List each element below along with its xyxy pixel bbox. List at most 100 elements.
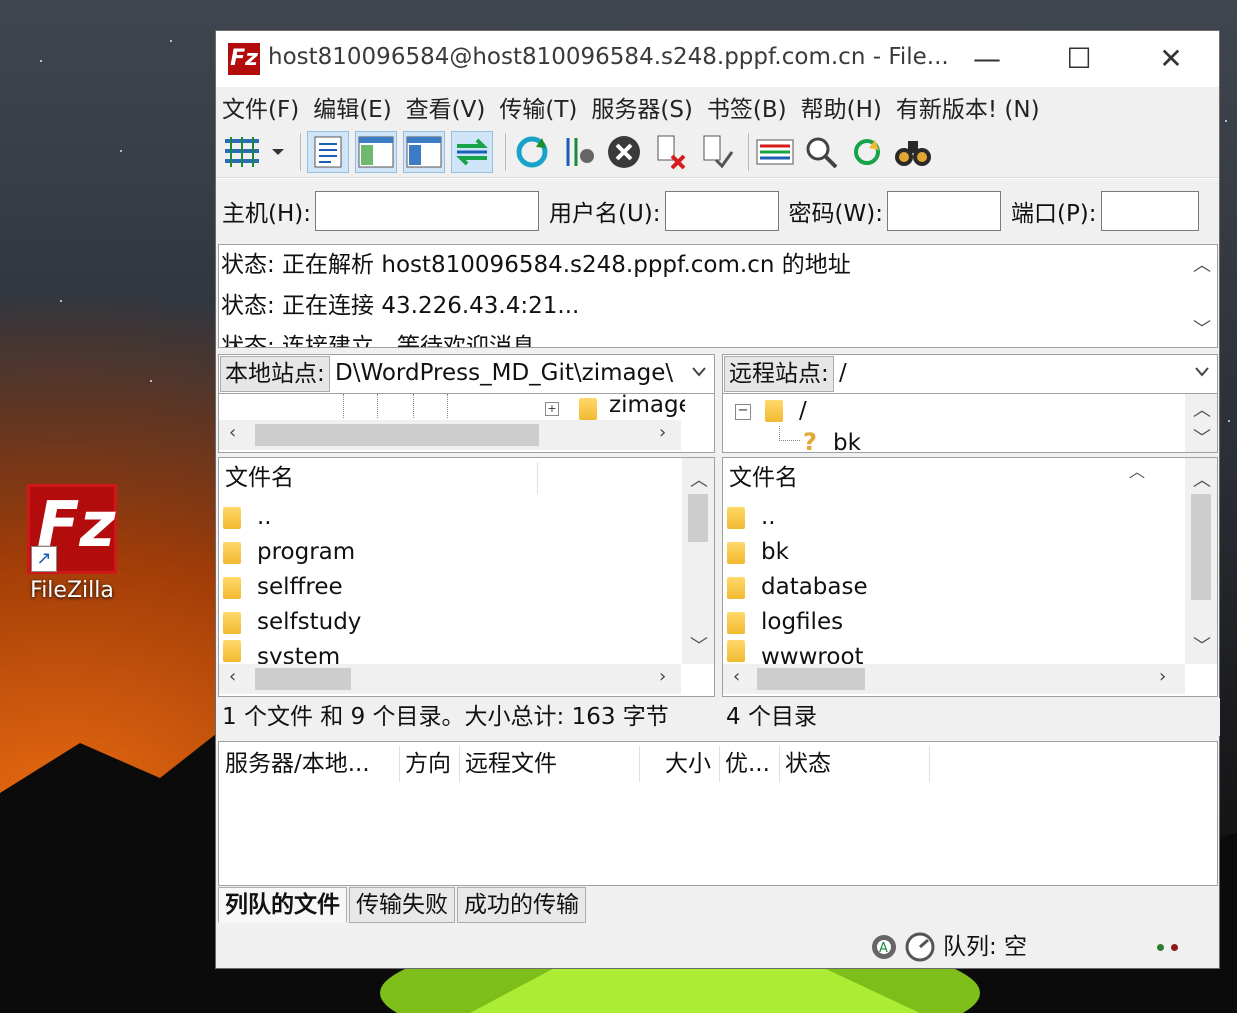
- list-item[interactable]: ..: [727, 500, 776, 535]
- remote-list-vscrollbar[interactable]: ︿ ﹀: [1185, 458, 1217, 664]
- local-column-filename[interactable]: 文件名: [219, 458, 294, 498]
- toggle-local-tree-icon[interactable]: [355, 131, 397, 173]
- remote-column-filename[interactable]: 文件名: [723, 458, 798, 498]
- scroll-thumb[interactable]: [757, 668, 865, 690]
- list-item[interactable]: program: [223, 535, 355, 570]
- local-directory-tree[interactable]: + zimage ‹ ›: [218, 393, 715, 453]
- tree-item-zimage[interactable]: zimage: [609, 394, 685, 420]
- tree-item-root[interactable]: /: [799, 394, 807, 428]
- list-item[interactable]: system: [223, 640, 340, 664]
- scroll-up-icon[interactable]: ︿: [1193, 396, 1211, 422]
- gear-icon[interactable]: A: [868, 931, 900, 963]
- toggle-message-log-icon[interactable]: [307, 131, 349, 173]
- list-item[interactable]: selfstudy: [223, 605, 361, 640]
- scroll-thumb[interactable]: [255, 424, 539, 446]
- chevron-down-icon[interactable]: [692, 367, 706, 377]
- scroll-right-icon[interactable]: ›: [1159, 666, 1166, 687]
- minimize-button[interactable]: —: [941, 31, 1033, 87]
- scroll-thumb[interactable]: [1191, 494, 1211, 600]
- folder-icon: [223, 640, 241, 662]
- speed-limit-icon[interactable]: [904, 931, 936, 963]
- queue-column-size[interactable]: 大小: [665, 742, 711, 786]
- scroll-down-icon[interactable]: ﹀: [690, 632, 708, 658]
- list-item[interactable]: ..: [223, 500, 272, 535]
- chevron-down-icon[interactable]: [268, 132, 288, 172]
- scroll-up-icon[interactable]: ︿: [1193, 466, 1211, 492]
- host-input[interactable]: [315, 191, 539, 231]
- transfer-queue[interactable]: 服务器/本地... 方向 远程文件 大小 优... 状态: [218, 741, 1218, 886]
- username-input[interactable]: [664, 191, 779, 231]
- port-input[interactable]: [1100, 191, 1199, 231]
- collapse-icon[interactable]: −: [735, 404, 751, 420]
- scroll-right-icon[interactable]: ›: [659, 666, 666, 687]
- list-item[interactable]: selffree: [223, 570, 343, 605]
- expand-icon[interactable]: +: [545, 402, 559, 416]
- menu-bar: 文件(F) 编辑(E) 查看(V) 传输(T) 服务器(S) 书签(B) 帮助(…: [216, 87, 1219, 127]
- tab-successful-transfers[interactable]: 成功的传输: [457, 887, 586, 923]
- local-file-list[interactable]: 文件名 .. program selffree selfstudy system…: [218, 457, 715, 697]
- menu-view[interactable]: 查看(V): [406, 90, 486, 124]
- scroll-left-icon[interactable]: ‹: [733, 666, 740, 687]
- menu-edit[interactable]: 编辑(E): [313, 90, 391, 124]
- password-input[interactable]: [886, 191, 1001, 231]
- tab-queued-files[interactable]: 列队的文件: [218, 887, 347, 923]
- scroll-down-icon[interactable]: ﹀: [1193, 424, 1211, 450]
- menu-new-version[interactable]: 有新版本! (N): [896, 90, 1040, 124]
- process-queue-icon[interactable]: [558, 132, 598, 172]
- remote-directory-tree[interactable]: − / ? bk ︿ ﹀: [722, 393, 1218, 453]
- remote-file-list[interactable]: 文件名 ︿ .. bk database logfiles wwwroot ︿ …: [722, 457, 1218, 697]
- local-list-hscrollbar[interactable]: ‹ ›: [219, 664, 681, 694]
- menu-transfer[interactable]: 传输(T): [499, 90, 577, 124]
- log-scrollbar[interactable]: ︿ ﹀: [1185, 245, 1217, 347]
- binoculars-icon[interactable]: [893, 132, 933, 172]
- scroll-thumb[interactable]: [688, 494, 708, 542]
- title-bar[interactable]: Fz host810096584@host810096584.s248.pppf…: [216, 31, 1219, 87]
- scroll-right-icon[interactable]: ›: [659, 422, 666, 443]
- tab-failed-transfers[interactable]: 传输失败: [349, 887, 455, 923]
- username-label: 用户名(U):: [549, 201, 661, 227]
- scroll-up-icon[interactable]: ︿: [690, 466, 708, 492]
- remote-path-input[interactable]: /: [839, 355, 1169, 391]
- menu-file[interactable]: 文件(F): [222, 90, 299, 124]
- queue-column-remote-file[interactable]: 远程文件: [465, 742, 557, 786]
- list-item[interactable]: logfiles: [727, 605, 843, 640]
- local-list-vscrollbar[interactable]: ︿ ﹀: [682, 458, 714, 664]
- remote-list-hscrollbar[interactable]: ‹ ›: [723, 664, 1185, 694]
- queue-column-status[interactable]: 状态: [785, 742, 831, 786]
- toggle-transfer-queue-icon[interactable]: [451, 131, 493, 173]
- list-item[interactable]: wwwroot: [727, 640, 864, 664]
- scroll-left-icon[interactable]: ‹: [229, 666, 236, 687]
- file-name: logfiles: [761, 609, 844, 635]
- toggle-remote-tree-icon[interactable]: [403, 131, 445, 173]
- queue-column-priority[interactable]: 优...: [725, 742, 770, 786]
- scroll-up-icon[interactable]: ︿: [1193, 251, 1211, 277]
- reconnect-icon[interactable]: [696, 132, 736, 172]
- search-icon[interactable]: [801, 132, 841, 172]
- refresh-icon[interactable]: [512, 132, 552, 172]
- menu-help[interactable]: 帮助(H): [801, 90, 882, 124]
- scroll-left-icon[interactable]: ‹: [229, 422, 236, 443]
- site-manager-icon[interactable]: [222, 132, 262, 172]
- close-button[interactable]: ✕: [1125, 31, 1217, 87]
- scroll-thumb[interactable]: [255, 668, 351, 690]
- queue-column-direction[interactable]: 方向: [405, 742, 451, 786]
- cancel-icon[interactable]: [604, 132, 644, 172]
- menu-server[interactable]: 服务器(S): [591, 90, 693, 124]
- chevron-down-icon[interactable]: [1195, 367, 1209, 377]
- desktop-shortcut-filezilla[interactable]: Fz ↗ FileZilla: [22, 484, 122, 603]
- list-item[interactable]: bk: [727, 535, 789, 570]
- directory-listing-filter-icon[interactable]: [755, 132, 795, 172]
- scroll-down-icon[interactable]: ﹀: [1193, 632, 1211, 658]
- message-log[interactable]: 状态: 正在解析 host810096584.s248.pppf.com.cn …: [218, 244, 1218, 348]
- local-path-input[interactable]: D\WordPress_MD_Git\zimage\: [335, 355, 679, 391]
- menu-bookmarks[interactable]: 书签(B): [707, 90, 787, 124]
- scroll-down-icon[interactable]: ﹀: [1193, 315, 1211, 341]
- maximize-button[interactable]: ☐: [1033, 31, 1125, 87]
- compare-icon[interactable]: [847, 132, 887, 172]
- tree-item-bk[interactable]: bk: [833, 428, 861, 452]
- list-item[interactable]: database: [727, 570, 868, 605]
- remote-tree-scrollbar[interactable]: ︿ ﹀: [1185, 394, 1217, 452]
- local-tree-hscrollbar[interactable]: ‹ ›: [219, 420, 681, 450]
- queue-column-server-local[interactable]: 服务器/本地...: [225, 742, 370, 786]
- disconnect-icon[interactable]: [650, 132, 690, 172]
